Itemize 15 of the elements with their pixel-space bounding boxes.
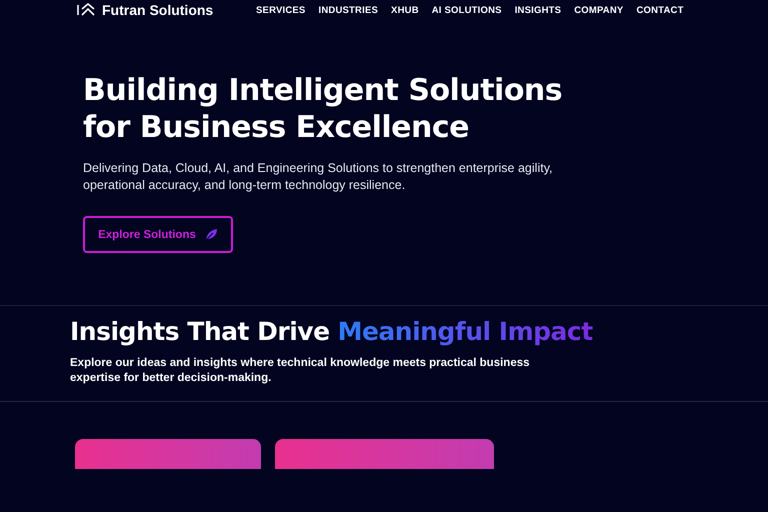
leaf-icon — [204, 228, 218, 242]
hero-subtitle: Delivering Data, Cloud, AI, and Engineering Solutions to strengthen enterprise agility, operational accuracy, and long-term technology resilience. — [83, 160, 554, 194]
explore-button[interactable]: Explore Solutions — [83, 216, 233, 253]
hero-title: Building Intelligent Solutions — [83, 72, 564, 109]
hero-title: for Business Excellence — [83, 109, 470, 146]
nav-link[interactable]: CONTACT — [636, 4, 684, 16]
nav-link[interactable]: INSIGHTS — [514, 4, 562, 16]
section-description: Explore our ideas and insights where technical knowledge meets practical business expertise for better decision-making. — [70, 356, 531, 386]
section-title: Insights That Drive — [70, 316, 330, 348]
nav-link[interactable]: INDUSTRIES — [318, 4, 378, 16]
nav-link[interactable]: AI SOLUTIONS — [432, 4, 502, 16]
brand-name: Futran Solutions — [102, 2, 214, 18]
nav-link[interactable]: SERVICES — [256, 4, 306, 16]
nav-link[interactable]: COMPANY — [574, 4, 624, 16]
nav-link[interactable]: XHUB — [391, 4, 419, 16]
